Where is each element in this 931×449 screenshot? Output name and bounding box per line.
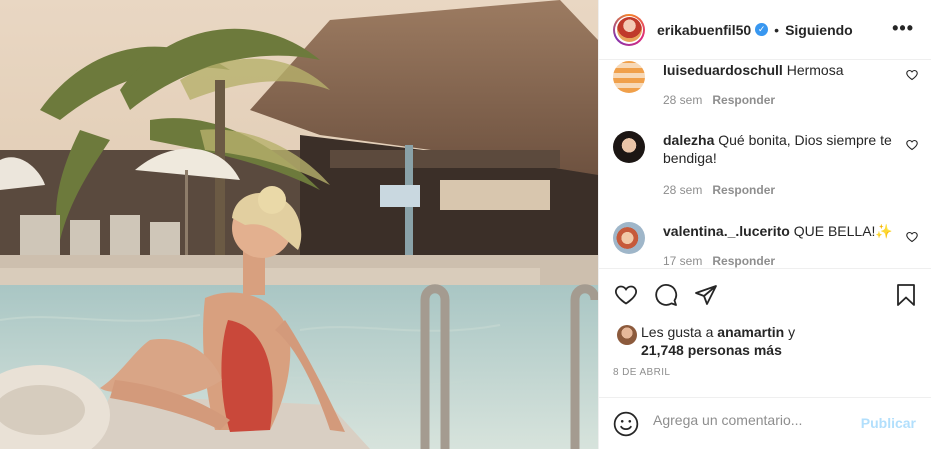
commenter-avatar[interactable] — [613, 61, 645, 93]
commenter-username[interactable]: valentina._.lucerito — [663, 223, 790, 239]
commenter-username[interactable]: luiseduardoschull — [663, 62, 783, 78]
comment-icon[interactable] — [653, 283, 679, 307]
verified-badge-icon: ✓ — [755, 23, 769, 36]
header-separator: • — [774, 21, 780, 38]
add-comment-bar: Publicar — [599, 397, 931, 449]
comment-text: Hermosa — [786, 62, 844, 78]
reply-button[interactable]: Responder — [712, 93, 775, 107]
likes-count[interactable]: 21,748 personas más — [641, 342, 782, 358]
comment-like-heart-icon[interactable] — [906, 231, 918, 243]
post-header: erikabuenfil50 ✓ • Siguiendo ••• — [599, 0, 931, 60]
post-photo[interactable] — [0, 0, 598, 449]
comment-like-heart-icon[interactable] — [906, 69, 918, 81]
reply-button[interactable]: Responder — [712, 254, 775, 268]
liker-username[interactable]: anamartin — [717, 324, 784, 340]
share-icon[interactable] — [693, 283, 719, 307]
post-sidebar: erikabuenfil50 ✓ • Siguiendo ••• luisedu… — [598, 0, 931, 449]
following-button[interactable]: Siguiendo — [785, 22, 853, 38]
publish-button[interactable]: Publicar — [861, 415, 916, 431]
comment-text: QUE BELLA!✨ — [793, 223, 893, 239]
comment-time[interactable]: 28 sem — [663, 93, 702, 107]
post-date[interactable]: 8 DE ABRIL — [613, 367, 670, 378]
comment-input[interactable] — [653, 412, 853, 428]
commenter-avatar[interactable] — [613, 131, 645, 163]
commenter-username[interactable]: dalezha — [663, 132, 714, 148]
pool-scene-image — [0, 0, 598, 449]
comments-list[interactable]: luiseduardoschull Hermosa 28 sem Responde… — [599, 61, 931, 268]
bookmark-icon[interactable] — [895, 283, 917, 307]
author-username[interactable]: erikabuenfil50 — [657, 22, 751, 38]
liker-avatar — [617, 325, 637, 345]
more-options-icon[interactable]: ••• — [892, 18, 914, 39]
reply-button[interactable]: Responder — [712, 183, 775, 197]
author-avatar[interactable] — [613, 13, 645, 46]
comment-like-heart-icon[interactable] — [906, 139, 918, 151]
commenter-avatar[interactable] — [613, 222, 645, 254]
emoji-icon[interactable] — [613, 411, 639, 437]
post-actions-bar — [599, 268, 931, 322]
instagram-post: erikabuenfil50 ✓ • Siguiendo ••• luisedu… — [0, 0, 931, 449]
heart-icon[interactable] — [613, 283, 639, 307]
comment-time[interactable]: 17 sem — [663, 254, 702, 268]
comment-time[interactable]: 28 sem — [663, 183, 702, 197]
